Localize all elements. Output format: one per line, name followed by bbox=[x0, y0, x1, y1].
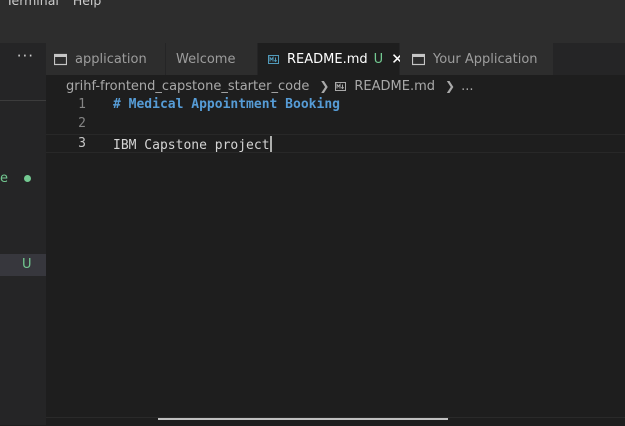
tab-welcome[interactable]: Welcome bbox=[166, 43, 258, 75]
explorer-sidebar: e U bbox=[0, 74, 46, 425]
tab-label: README.md bbox=[287, 51, 368, 67]
line-text: IBM Capstone project bbox=[113, 138, 270, 153]
divider bbox=[0, 100, 46, 101]
file-name-fragment: e bbox=[0, 171, 8, 186]
tab-your-application[interactable]: Your Application bbox=[400, 43, 554, 75]
markdown-icon bbox=[335, 81, 347, 91]
tab-readme[interactable]: README.md U ✕ bbox=[258, 43, 404, 75]
breadcrumb-more[interactable]: ... bbox=[461, 79, 473, 94]
chevron-right-icon: ❯ bbox=[445, 79, 456, 93]
text-cursor bbox=[269, 136, 272, 152]
code-editor[interactable]: 1 # Medical Appointment Booking 2 3 IBM … bbox=[46, 96, 625, 416]
breadcrumb-file-label: README.md bbox=[354, 78, 436, 94]
markdown-icon bbox=[268, 54, 279, 64]
tab-application[interactable]: application bbox=[46, 43, 166, 75]
chevron-right-icon: ❯ bbox=[319, 79, 330, 93]
explorer-item-selected[interactable]: U bbox=[0, 254, 46, 276]
untracked-badge: U bbox=[22, 257, 32, 272]
window-icon bbox=[412, 53, 425, 66]
editor-line: 1 # Medical Appointment Booking bbox=[46, 96, 625, 115]
line-number: 1 bbox=[78, 97, 86, 112]
untracked-badge: U bbox=[373, 51, 384, 67]
editor-tab-strip: ··· application Welcome README.md U ✕ Yo… bbox=[0, 42, 625, 75]
line-text-with-cursor: IBM Capstone project bbox=[113, 136, 272, 153]
line-text: # Medical Appointment Booking bbox=[113, 97, 340, 112]
sidebar-header: ··· bbox=[0, 43, 46, 75]
line-number: 3 bbox=[78, 136, 86, 151]
breadcrumb: grihf-frontend_capstone_starter_code ❯ R… bbox=[46, 74, 625, 98]
menu-item-terminal[interactable]: Terminal bbox=[6, 0, 59, 8]
breadcrumb-folder[interactable]: grihf-frontend_capstone_starter_code bbox=[66, 79, 309, 94]
editor-line: 2 bbox=[46, 115, 625, 134]
tab-label: Your Application bbox=[433, 51, 538, 67]
editor-line-current: 3 IBM Capstone project bbox=[46, 134, 625, 153]
tab-label: Welcome bbox=[176, 51, 236, 67]
breadcrumb-file[interactable]: README.md bbox=[335, 79, 435, 94]
menu-bar: Terminal Help bbox=[0, 0, 625, 42]
more-actions-icon[interactable]: ··· bbox=[17, 47, 34, 65]
explorer-item[interactable]: e bbox=[0, 168, 46, 190]
scrollbar-thumb[interactable] bbox=[158, 418, 448, 420]
modified-dot-icon bbox=[24, 175, 31, 182]
tab-label: application bbox=[75, 51, 147, 67]
line-number: 2 bbox=[78, 116, 86, 131]
window-icon bbox=[54, 53, 67, 66]
menu-item-help[interactable]: Help bbox=[73, 0, 102, 8]
